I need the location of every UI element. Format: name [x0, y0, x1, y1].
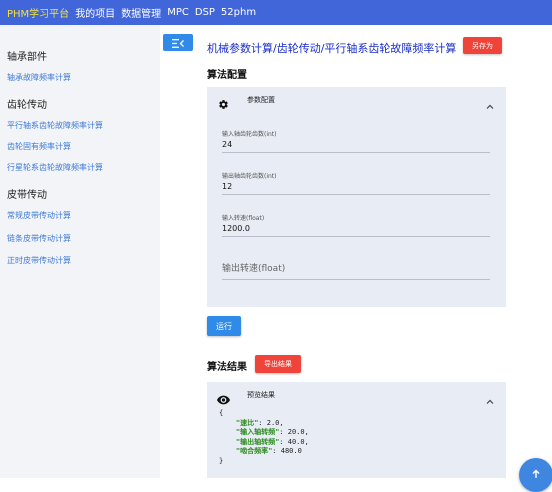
gear-icon	[218, 95, 229, 114]
sidebar-item-planetary-gear[interactable]: 行星轮系齿轮故障频率计算	[7, 162, 103, 173]
nav-mpc[interactable]: MPC	[167, 7, 189, 18]
sidebar-item-parallel-gear[interactable]: 平行轴系齿轮故障频率计算	[7, 120, 103, 131]
result-value-ratio: 2.0,	[266, 418, 284, 427]
scroll-to-top-button[interactable]	[519, 458, 552, 492]
preview-panel-header[interactable]: 预览结果	[207, 382, 506, 408]
result-key-output-freq: "输出轴转频"	[235, 437, 280, 446]
result-json: { "速比": 2.0, "输入轴转频": 20.0, "输出轴转频": 40.…	[219, 409, 309, 465]
top-navbar: PHM学习平台 我的项目 数据管理 MPC DSP 52phm	[0, 0, 552, 25]
eye-icon	[217, 390, 230, 409]
save-as-button[interactable]: 另存为	[463, 37, 502, 54]
result-key-mesh-freq: "啮合频率"	[235, 447, 273, 455]
config-heading: 算法配置	[207, 70, 247, 81]
run-button[interactable]: 运行	[207, 316, 241, 336]
sidebar-group-bearing: 轴承部件	[7, 52, 47, 63]
arrow-up-icon	[531, 464, 541, 483]
input-speed-field[interactable]: 输入转速(float) 1200.0	[222, 213, 490, 237]
input-gear-teeth-value[interactable]: 24	[222, 140, 490, 152]
output-gear-teeth-label: 输出轴齿轮齿数(int)	[222, 173, 277, 180]
input-speed-value[interactable]: 1200.0	[222, 224, 490, 236]
result-value-mesh-freq: 480.0	[280, 447, 302, 455]
result-value-output-freq: 40.0,	[287, 437, 309, 446]
result-value-input-freq: 20.0,	[287, 428, 309, 436]
input-gear-teeth-field[interactable]: 输入轴齿轮齿数(int) 24	[222, 129, 490, 153]
sidebar-group-gear: 齿轮传动	[7, 100, 47, 111]
nav-data-management[interactable]: 数据管理	[121, 5, 161, 20]
sidebar: 轴承部件 轴承故障频率计算 齿轮传动 平行轴系齿轮故障频率计算 齿轮固有频率计算…	[0, 25, 160, 478]
export-result-button[interactable]: 导出结果	[255, 355, 301, 373]
output-speed-placeholder[interactable]: 输出转速(float)	[222, 261, 490, 274]
nav-my-projects[interactable]: 我的项目	[75, 5, 115, 20]
sidebar-item-regular-belt[interactable]: 常规皮带传动计算	[7, 210, 71, 221]
result-key-input-freq: "输入轴转频"	[235, 428, 280, 436]
nav-dsp[interactable]: DSP	[195, 7, 215, 18]
input-speed-label: 输入转速(float)	[222, 215, 265, 222]
sidebar-item-timing-belt[interactable]: 正时皮带传动计算	[7, 255, 71, 266]
sidebar-item-gear-natural-freq[interactable]: 齿轮固有频率计算	[7, 141, 71, 152]
sidebar-collapse-button[interactable]	[163, 34, 193, 51]
preview-result-panel: 预览结果 { "速比": 2.0, "输入轴转频": 20.0, "输出轴转频"…	[207, 382, 506, 478]
chevron-up-icon	[486, 95, 494, 114]
result-heading: 算法结果	[207, 362, 247, 373]
brand-link[interactable]: PHM学习平台	[7, 5, 69, 20]
preview-panel-title: 预览结果	[247, 391, 275, 399]
menu-collapse-icon	[172, 33, 184, 52]
input-gear-teeth-label: 输入轴齿轮齿数(int)	[222, 131, 277, 138]
output-gear-teeth-field[interactable]: 输出轴齿轮齿数(int) 12	[222, 171, 490, 195]
nav-52phm[interactable]: 52phm	[221, 7, 256, 18]
param-panel-header[interactable]: 参数配置	[207, 87, 506, 113]
sidebar-item-chain-belt[interactable]: 链条皮带传动计算	[7, 233, 71, 244]
sidebar-group-belt: 皮带传动	[7, 190, 47, 201]
chevron-up-icon	[486, 390, 494, 409]
page-title: 机械参数计算/齿轮传动/平行轴系齿轮故障频率计算	[207, 42, 457, 55]
output-gear-teeth-value[interactable]: 12	[222, 182, 490, 194]
param-panel-title: 参数配置	[247, 96, 275, 104]
output-speed-field[interactable]: 输出转速(float)	[222, 261, 490, 280]
sidebar-item-bearing-fault-freq[interactable]: 轴承故障频率计算	[7, 72, 71, 83]
result-key-ratio: "速比"	[235, 418, 259, 427]
param-config-panel: 参数配置 输入轴齿轮齿数(int) 24 输出轴齿轮齿数(int) 12 输入转…	[207, 87, 506, 307]
